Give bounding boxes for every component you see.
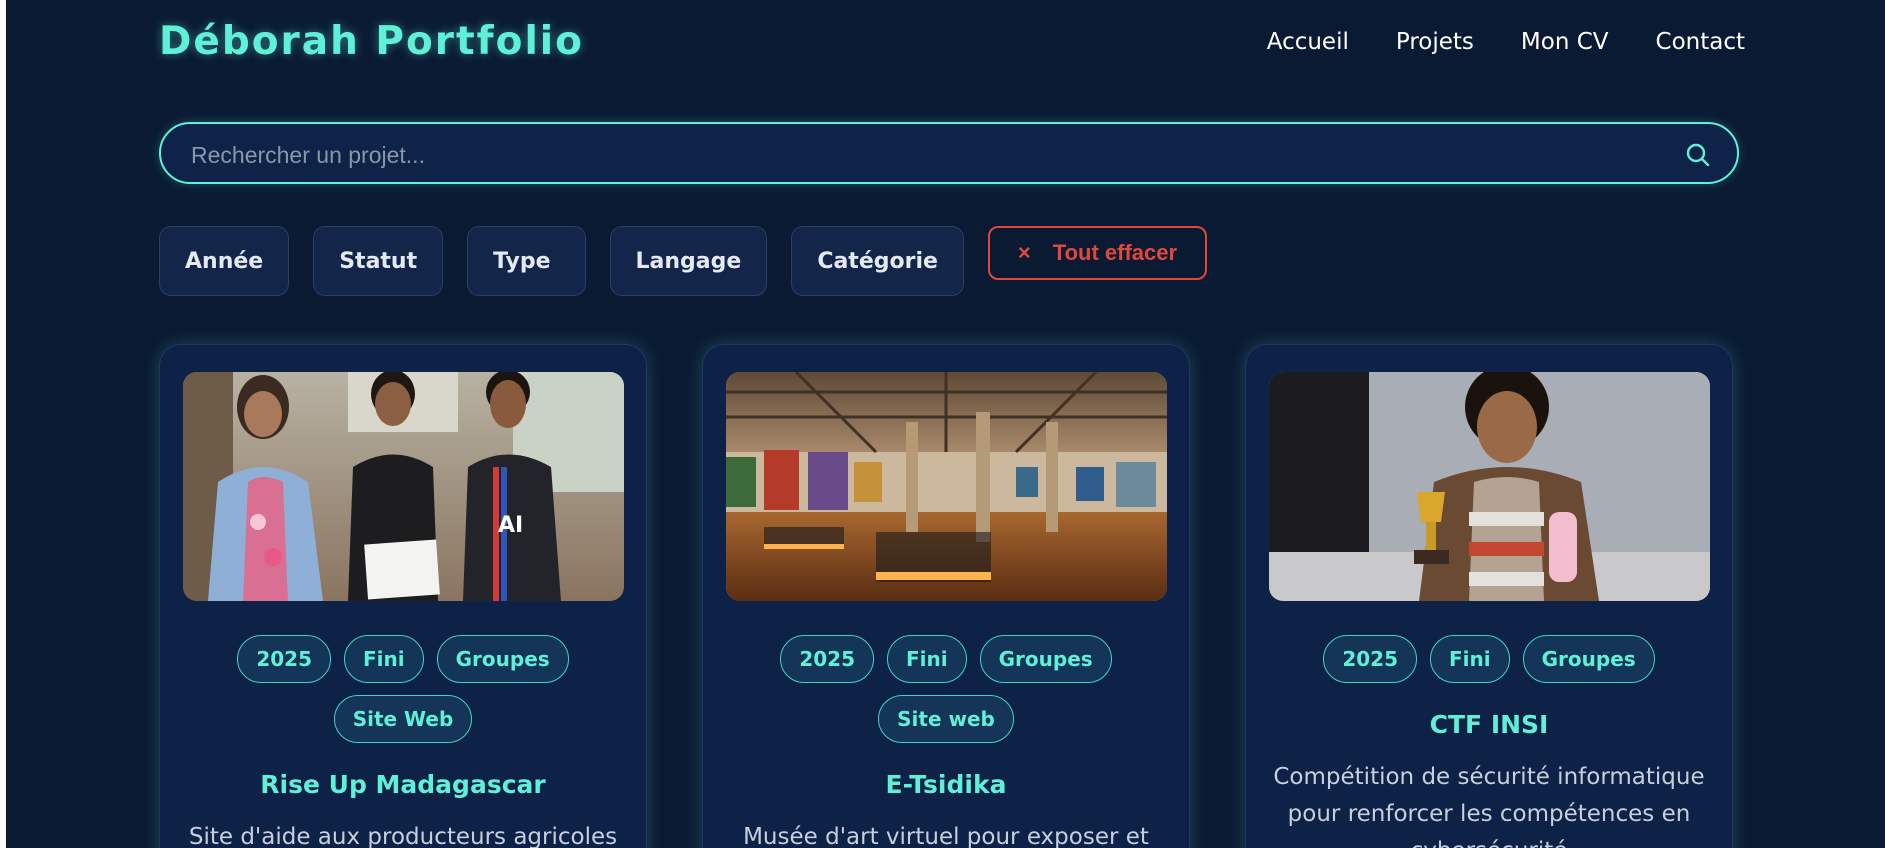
tag-status: Fini <box>887 635 967 683</box>
site-logo[interactable]: Déborah Portfolio <box>159 18 584 66</box>
main-nav: Accueil Projets Mon CV Contact <box>1267 26 1745 58</box>
filter-annee[interactable]: Année <box>159 226 290 296</box>
tag-year: 2025 <box>237 635 331 683</box>
project-image-museum-hall <box>726 372 1167 601</box>
tag-category: Site web <box>878 695 1014 743</box>
tag-year: 2025 <box>1323 635 1417 683</box>
tag-type: Groupes <box>1522 635 1655 683</box>
filter-langage[interactable]: Langage <box>609 226 768 296</box>
clear-filters-label: Tout effacer <box>1052 240 1178 265</box>
tag-year: 2025 <box>780 635 874 683</box>
filter-type[interactable]: Type <box>467 226 586 296</box>
project-title: Rise Up Madagascar <box>260 770 546 799</box>
tag-status: Fini <box>1430 635 1510 683</box>
project-image-trophy-photo <box>1269 372 1710 601</box>
nav-link-accueil[interactable]: Accueil <box>1267 26 1349 58</box>
nav-link-contact[interactable]: Contact <box>1656 26 1745 58</box>
clear-filters-button[interactable]: × Tout effacer <box>987 226 1208 280</box>
project-description: Musée d'art virtuel pour exposer et <box>743 824 1149 848</box>
search-bar <box>159 122 1739 184</box>
project-image-group-photo: AI <box>183 372 624 601</box>
page: Déborah Portfolio Accueil Projets Mon CV… <box>6 0 1885 848</box>
search-icon[interactable] <box>1685 142 1711 168</box>
filter-statut[interactable]: Statut <box>313 226 444 296</box>
nav-link-projets[interactable]: Projets <box>1396 26 1474 58</box>
project-card[interactable]: 2025 Fini Groupes CTF INSI Compétition d… <box>1245 344 1733 848</box>
project-tags: 2025 Fini Groupes Site web <box>743 635 1149 743</box>
tag-status: Fini <box>344 635 424 683</box>
filter-categorie[interactable]: Catégorie <box>791 226 964 296</box>
project-title: E-Tsidika <box>885 770 1007 799</box>
project-tags: 2025 Fini Groupes <box>1286 635 1692 683</box>
tag-type: Groupes <box>436 635 569 683</box>
project-title: CTF INSI <box>1429 710 1549 739</box>
tag-type: Groupes <box>979 635 1112 683</box>
project-card[interactable]: 2025 Fini Groupes Site web E-Tsidika Mus… <box>702 344 1190 848</box>
project-tags: 2025 Fini Groupes Site Web <box>200 635 606 743</box>
project-card[interactable]: AI 2025 Fini Groupes Site Web Rise Up Ma… <box>159 344 647 848</box>
tag-category: Site Web <box>333 695 473 743</box>
project-description: Compétition de sécurité informatique pou… <box>1273 764 1705 848</box>
search-input[interactable] <box>189 134 1653 176</box>
svg-text:AI: AI <box>498 513 523 538</box>
close-icon: × <box>1017 240 1031 265</box>
filter-bar: Année Statut Type Langage Catégorie × To… <box>159 226 1208 296</box>
nav-link-mon-cv[interactable]: Mon CV <box>1521 26 1609 58</box>
project-description: Site d'aide aux producteurs agricoles <box>188 824 618 848</box>
